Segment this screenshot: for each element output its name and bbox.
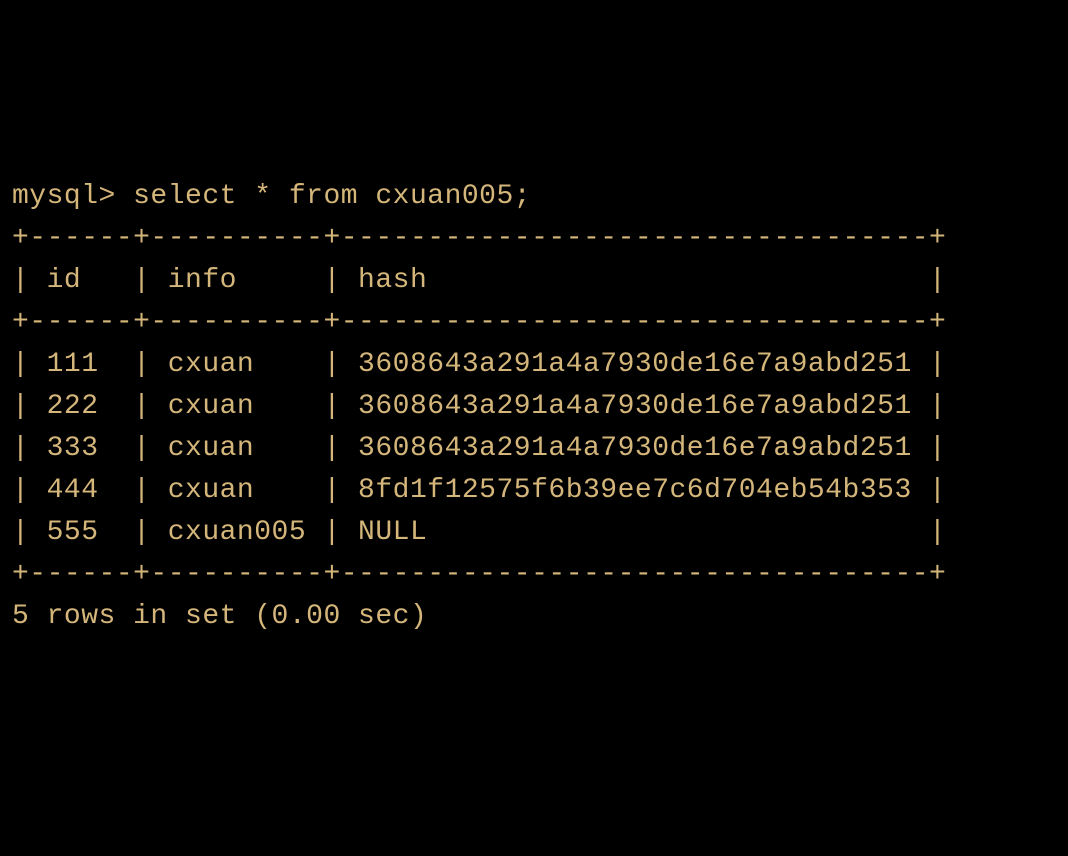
table-row: | 111 | cxuan | 3608643a291a4a7930de16e7… bbox=[12, 349, 946, 380]
mysql-prompt: mysql> bbox=[12, 181, 133, 212]
table-row: | 555 | cxuan005 | NULL | bbox=[12, 517, 946, 548]
table-header: | id | info | hash | bbox=[12, 265, 946, 296]
table-border-bottom: +------+----------+---------------------… bbox=[12, 559, 946, 590]
table-row: | 444 | cxuan | 8fd1f12575f6b39ee7c6d704… bbox=[12, 475, 946, 506]
table-border-top: +------+----------+---------------------… bbox=[12, 223, 946, 254]
result-footer: 5 rows in set (0.00 sec) bbox=[12, 601, 427, 632]
table-row: | 333 | cxuan | 3608643a291a4a7930de16e7… bbox=[12, 433, 946, 464]
mysql-terminal: mysql> select * from cxuan005; +------+-… bbox=[12, 176, 1056, 638]
table-row: | 222 | cxuan | 3608643a291a4a7930de16e7… bbox=[12, 391, 946, 422]
table-border-mid: +------+----------+---------------------… bbox=[12, 307, 946, 338]
sql-query: select * from cxuan005; bbox=[133, 181, 531, 212]
